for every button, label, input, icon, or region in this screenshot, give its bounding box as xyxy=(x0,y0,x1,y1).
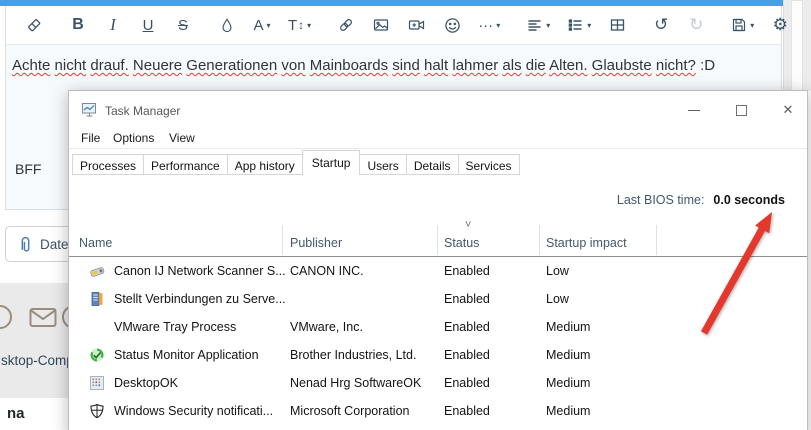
close-button[interactable]: ✕ xyxy=(771,97,805,123)
strikethrough-button[interactable]: S xyxy=(174,12,192,38)
signature-text[interactable]: BFF xyxy=(15,161,41,177)
column-header-startup-impact[interactable]: Startup impact xyxy=(546,236,627,250)
tab-services[interactable]: Services xyxy=(457,154,520,175)
image-icon xyxy=(374,19,389,31)
insert-image-button[interactable] xyxy=(372,12,390,38)
table-row[interactable]: Stellt Verbindungen zu Serve... Enabled … xyxy=(69,285,807,313)
tab-app-history[interactable]: App history xyxy=(226,154,303,175)
window-title: Task Manager xyxy=(105,104,181,118)
bottom-card-text: na xyxy=(7,405,25,422)
undo-button[interactable]: ↺ xyxy=(652,12,670,38)
chevron-down-icon: ▾ xyxy=(266,20,271,30)
italic-button[interactable]: I xyxy=(104,12,122,38)
maximize-icon xyxy=(735,104,747,116)
desktopok-icon xyxy=(90,376,104,390)
table-icon xyxy=(610,19,624,31)
last-bios-label: Last BIOS time: xyxy=(616,193,705,207)
tab-strip: Processes Performance App history Startu… xyxy=(72,150,520,175)
highlight-button[interactable] xyxy=(218,12,236,38)
table-row[interactable]: Canon IJ Network Scanner S... CANON INC.… xyxy=(69,257,807,285)
column-header-publisher[interactable]: Publisher xyxy=(290,236,342,250)
insert-emoji-button[interactable] xyxy=(443,12,461,38)
menu-file[interactable]: File xyxy=(81,131,100,145)
last-bios-time: Last BIOS time: 0.0 seconds xyxy=(617,193,785,207)
save-draft-button[interactable]: ▾ xyxy=(731,12,754,38)
message-text[interactable]: Achte nicht drauf. Neuere Generationen v… xyxy=(6,45,781,86)
more-options-button[interactable]: ··· ▾ xyxy=(478,12,500,38)
task-manager-icon xyxy=(82,103,96,117)
chevron-down-icon: ▾ xyxy=(546,20,551,30)
envelope-icon[interactable] xyxy=(29,307,57,328)
paperclip-icon xyxy=(21,236,30,252)
eraser-icon xyxy=(28,19,41,32)
droplet-icon xyxy=(222,18,232,33)
list-button[interactable]: ▾ xyxy=(567,12,591,38)
font-color-button[interactable]: A ▾ xyxy=(253,12,271,38)
status-monitor-icon xyxy=(90,348,104,362)
startup-items-table: Canon IJ Network Scanner S... CANON INC.… xyxy=(69,257,807,425)
menu-bar: File Options View xyxy=(69,129,807,149)
task-manager-window: Task Manager ✕ File Options View Process… xyxy=(68,90,808,430)
tab-users[interactable]: Users xyxy=(359,154,407,175)
desktop-computer-link[interactable]: sktop-Comp xyxy=(1,353,74,368)
align-icon xyxy=(528,20,541,31)
editor-settings-button[interactable]: ⚙ xyxy=(771,12,789,38)
underline-button[interactable]: U xyxy=(139,12,157,38)
tab-performance[interactable]: Performance xyxy=(143,154,228,175)
chevron-down-icon: ▾ xyxy=(496,20,501,30)
tab-processes[interactable]: Processes xyxy=(72,154,145,175)
updown-arrow-icon: ↕ xyxy=(298,18,305,32)
column-header-status[interactable]: Status xyxy=(444,236,479,250)
maximize-button[interactable] xyxy=(724,97,758,123)
font-size-button[interactable]: T ↕ ▾ xyxy=(288,12,311,38)
insert-video-button[interactable] xyxy=(407,12,426,38)
emoji-icon[interactable] xyxy=(0,305,12,329)
server-connection-icon xyxy=(91,292,103,306)
redo-button[interactable]: ↻ xyxy=(687,12,705,38)
menu-separator xyxy=(69,148,807,149)
align-button[interactable]: ▾ xyxy=(526,12,550,38)
menu-view[interactable]: View xyxy=(169,131,195,145)
tab-startup[interactable]: Startup xyxy=(301,150,361,175)
chevron-down-icon: ▾ xyxy=(307,20,312,30)
column-header-name[interactable]: Name xyxy=(79,236,112,250)
minimize-icon xyxy=(688,109,700,111)
list-icon xyxy=(568,19,582,31)
table-row[interactable]: Windows Security notificati... Microsoft… xyxy=(69,397,807,425)
bold-button[interactable]: B xyxy=(69,12,87,38)
table-row[interactable]: VMware Tray Process VMware, Inc. Enabled… xyxy=(69,313,807,341)
video-icon xyxy=(409,20,425,30)
minimize-button[interactable] xyxy=(677,97,711,123)
windows-security-icon xyxy=(90,403,104,419)
canon-scanner-icon xyxy=(90,267,105,277)
title-bar[interactable]: Task Manager ✕ xyxy=(69,91,807,129)
tab-details[interactable]: Details xyxy=(405,154,459,175)
save-icon xyxy=(733,18,746,32)
table-row[interactable]: Status Monitor Application Brother Indus… xyxy=(69,341,807,369)
close-icon: ✕ xyxy=(782,102,794,117)
menu-options[interactable]: Options xyxy=(113,131,154,145)
chevron-down-icon: ▾ xyxy=(587,20,592,30)
insert-table-button[interactable] xyxy=(608,12,626,38)
last-bios-value: 0.0 seconds xyxy=(713,193,785,207)
insert-link-button[interactable] xyxy=(337,12,355,38)
link-icon xyxy=(340,19,353,31)
table-row[interactable]: DesktopOK Nenad Hrg SoftwareOK Enabled M… xyxy=(69,369,807,397)
editor-toolbar: B I U S A ▾ T ↕ ▾ ··· ▾ ▾ ▾ ↺ ↻ ▾ ⚙ xyxy=(6,6,788,45)
smiley-icon xyxy=(444,17,460,33)
chevron-down-icon: ▾ xyxy=(750,20,755,30)
remove-format-button[interactable] xyxy=(25,12,43,38)
sort-chevron-icon: ˅ xyxy=(465,219,472,231)
